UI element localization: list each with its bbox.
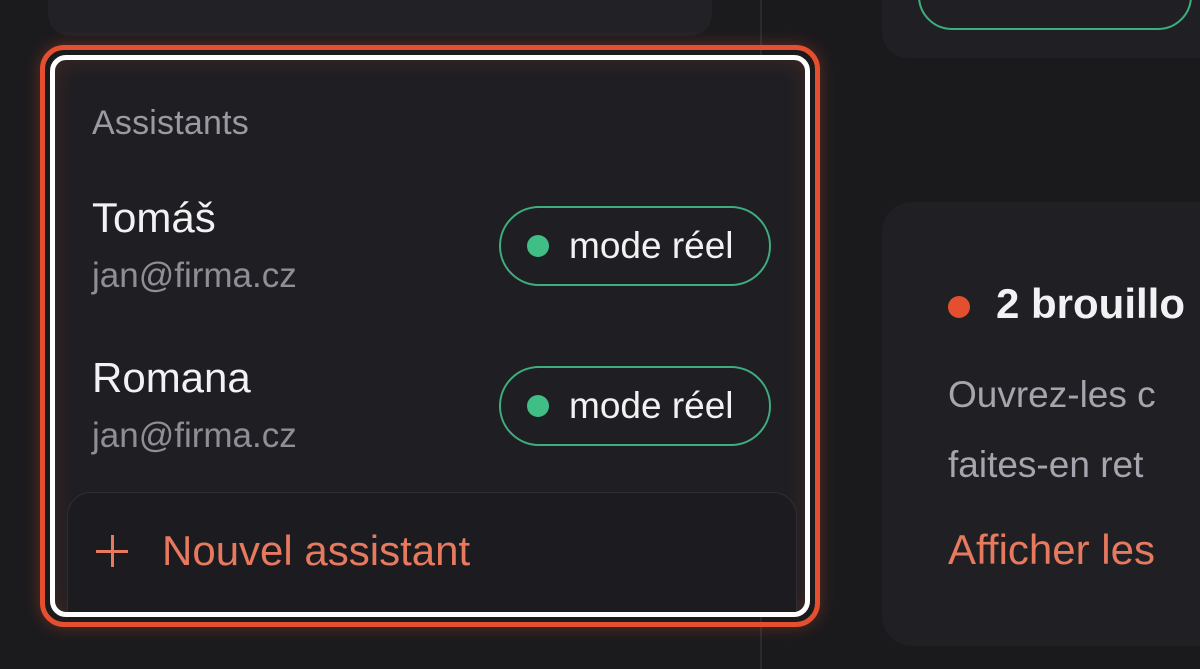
alert-dot-icon [948,296,970,318]
app-window: Assistants Tomáš jan@firma.cz mode réel … [0,0,1200,669]
assistant-row[interactable]: Tomáš jan@firma.cz mode réel [55,194,785,314]
assistant-row[interactable]: Romana jan@firma.cz mode réel [55,354,785,474]
assistant-name: Tomáš [92,194,216,241]
drafts-title: 2 brouillo [996,280,1185,327]
live-dot-icon [527,235,549,257]
status-card [882,0,1200,58]
new-assistant-label: Nouvel assistant [162,527,471,574]
cropped-item [92,654,352,669]
assistant-name: Romana [92,354,251,401]
live-dot-icon [527,395,549,417]
assistants-panel-highlight: Assistants Tomáš jan@firma.cz mode réel … [40,45,820,627]
drafts-description: Ouvrez-les c faites-en ret [948,360,1156,500]
mode-label: mode réel [569,385,734,426]
assistants-panel: Assistants Tomáš jan@firma.cz mode réel … [50,55,810,617]
status-pill[interactable] [918,0,1192,30]
assistant-email: jan@firma.cz [92,416,297,455]
previous-card [48,0,712,36]
section-title: Assistants [92,104,249,142]
drafts-card: 2 brouillo Ouvrez-les c faites-en ret Af… [882,202,1200,646]
plus-icon [96,535,128,567]
mode-badge[interactable]: mode réel [499,206,771,286]
mode-badge[interactable]: mode réel [499,366,771,446]
show-drafts-link[interactable]: Afficher les [948,526,1155,574]
drafts-description-line: faites-en ret [948,444,1144,485]
mode-label: mode réel [569,225,734,266]
assistant-email: jan@firma.cz [92,256,297,295]
new-assistant-button[interactable]: Nouvel assistant [67,492,797,612]
drafts-description-line: Ouvrez-les c [948,374,1156,415]
